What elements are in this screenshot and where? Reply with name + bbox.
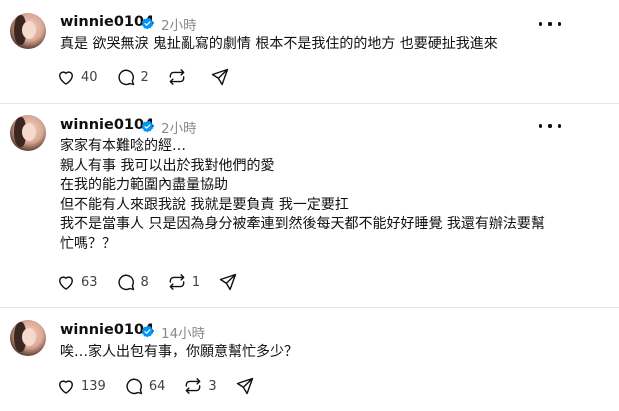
action-bar: 139 64 3 [56, 375, 273, 397]
repost-count: 1 [191, 274, 201, 290]
timestamp: 14小時 [161, 326, 206, 342]
like-count: 139 [81, 378, 106, 394]
timestamp: 2小時 [161, 121, 197, 137]
repost-button[interactable] [167, 67, 192, 87]
divider [0, 307, 619, 308]
avatar[interactable] [10, 320, 46, 356]
divider [0, 103, 619, 104]
share-button[interactable] [210, 67, 230, 87]
repost-icon [169, 69, 185, 85]
repost-button[interactable]: 3 [183, 376, 217, 396]
action-bar: 63 8 1 [56, 271, 256, 293]
verified-badge-icon [141, 120, 154, 133]
repost-icon [186, 378, 201, 394]
verified-badge-icon [141, 17, 154, 30]
action-bar: 40 2 [56, 66, 248, 88]
repost-count: 3 [208, 378, 217, 394]
like-button[interactable]: 40 [56, 67, 98, 87]
comment-icon [117, 69, 134, 86]
share-button[interactable] [235, 376, 255, 396]
share-icon [236, 377, 253, 395]
repost-button[interactable]: 1 [167, 272, 200, 292]
share-button[interactable] [218, 272, 238, 292]
comment-icon [126, 378, 143, 395]
like-count: 63 [81, 274, 98, 290]
comment-count: 64 [148, 378, 166, 394]
heart-icon [59, 276, 73, 290]
more-icon[interactable] [539, 119, 561, 133]
like-count: 40 [81, 69, 98, 85]
like-button[interactable]: 139 [56, 376, 106, 396]
more-icon[interactable] [539, 17, 561, 31]
comment-icon [117, 274, 134, 291]
heart-icon [59, 71, 73, 85]
post-text: 唉…家人出包有事，你願意幫忙多少？ [60, 344, 298, 360]
share-icon [211, 68, 229, 86]
share-icon [219, 273, 237, 291]
like-button[interactable]: 63 [56, 272, 98, 292]
verified-badge-icon [141, 325, 154, 338]
comment-count: 8 [140, 274, 149, 290]
avatar[interactable] [10, 115, 46, 151]
post-text: 家家有本難唸的經… 親人有事 我可以出於我對他們的愛 在我的能力範圍內盡量協助 … [60, 138, 545, 252]
post-text: 真是 欲哭無淚 鬼扯亂寫的劇情 根本不是我住的的地方 也要硬扯我進來 [60, 36, 498, 52]
repost-icon [169, 274, 185, 290]
comment-count: 2 [140, 69, 149, 85]
comment-button[interactable]: 2 [116, 67, 149, 87]
comment-button[interactable]: 8 [116, 272, 149, 292]
comment-button[interactable]: 64 [124, 376, 166, 396]
timestamp: 2小時 [161, 18, 197, 34]
heart-icon [59, 380, 73, 394]
avatar[interactable] [10, 13, 46, 49]
